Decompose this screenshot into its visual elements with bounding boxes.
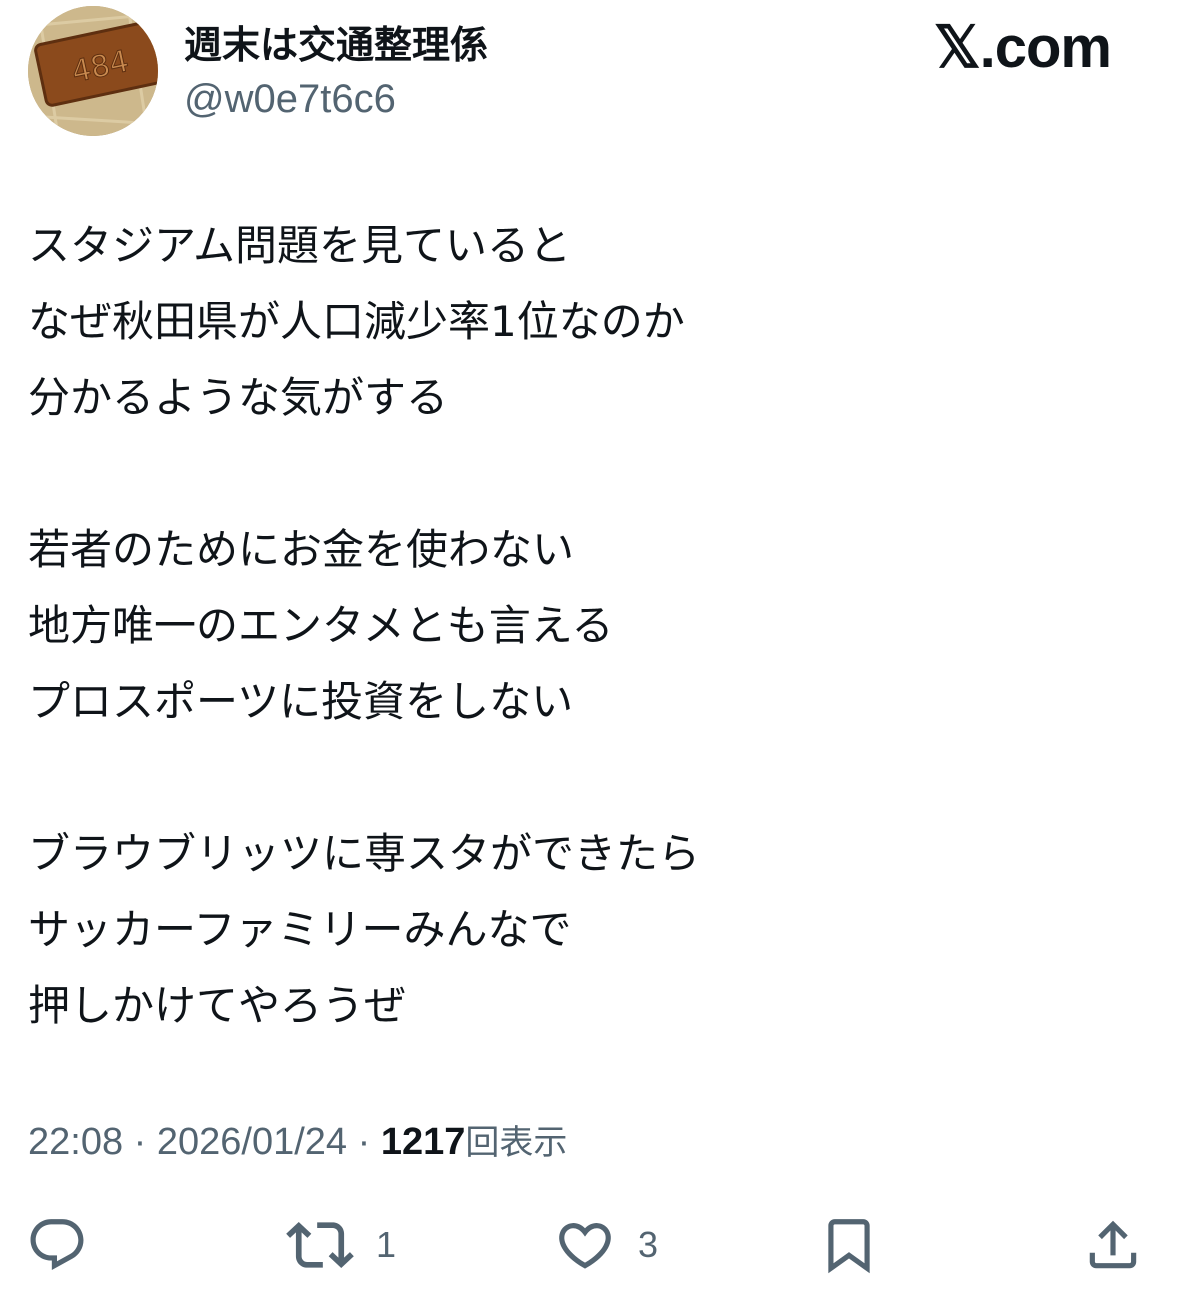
- tweet-line: プロスポーツに投資をしない: [28, 677, 574, 726]
- repost-count: 1: [376, 1224, 397, 1265]
- tweet-line: なぜ秋田県が人口減少率1位なのか: [28, 297, 685, 346]
- avatar[interactable]: 484: [28, 6, 158, 136]
- tweet-line: 地方唯一のエンタメとも言える: [28, 601, 614, 650]
- meta-separator: ·: [357, 1121, 371, 1163]
- meta-separator: ·: [133, 1121, 147, 1163]
- share-button[interactable]: [1082, 1205, 1144, 1285]
- tweet-line: 若者のためにお金を使わない: [28, 525, 575, 574]
- carved-wood-plaque-avatar: 484: [28, 6, 158, 136]
- tweet-line: ブラウブリッツに専スタができたら: [28, 829, 701, 878]
- tweet-meta: 22:08 · 2026/01/24 · 1217回表示: [28, 1116, 567, 1169]
- display-name[interactable]: 週末は交通整理係: [184, 22, 488, 68]
- like-count: 3: [638, 1224, 659, 1265]
- brand-suffix: .com: [979, 15, 1112, 80]
- x-logo: 𝕏.com: [933, 15, 1112, 80]
- x-logo-icon: 𝕏: [933, 15, 981, 80]
- like-button[interactable]: 3: [554, 1205, 658, 1285]
- action-bar: 1 3: [0, 1205, 1179, 1285]
- repost-button[interactable]: 1: [286, 1205, 396, 1285]
- tweet-time[interactable]: 22:08: [28, 1121, 123, 1163]
- user-handle[interactable]: @w0e7t6c6: [184, 76, 396, 122]
- bookmark-icon: [828, 1219, 870, 1274]
- views-label: 回表示: [465, 1123, 568, 1163]
- tweet-text: スタジアム問題を見ていると なぜ秋田県が人口減少率1位なのか 分かるような気がす…: [28, 208, 1148, 1044]
- tweet-header: 484 週末は交通整理係 @w0e7t6c6 𝕏.com: [0, 0, 1179, 150]
- tweet-line: サッカーファミリーみんなで: [28, 905, 572, 954]
- heart-icon: [559, 1223, 611, 1269]
- bookmark-button[interactable]: [818, 1205, 880, 1285]
- views-count[interactable]: 1217: [381, 1121, 466, 1163]
- tweet-line: 分かるような気がする: [28, 373, 449, 422]
- reply-icon: [30, 1219, 84, 1271]
- reply-button[interactable]: [26, 1205, 88, 1285]
- repost-icon: [286, 1221, 354, 1269]
- tweet-line: スタジアム問題を見ていると: [28, 221, 572, 270]
- share-icon: [1089, 1220, 1137, 1269]
- tweet-date[interactable]: 2026/01/24: [157, 1121, 347, 1163]
- tweet-line: 押しかけてやろうぜ: [28, 981, 407, 1030]
